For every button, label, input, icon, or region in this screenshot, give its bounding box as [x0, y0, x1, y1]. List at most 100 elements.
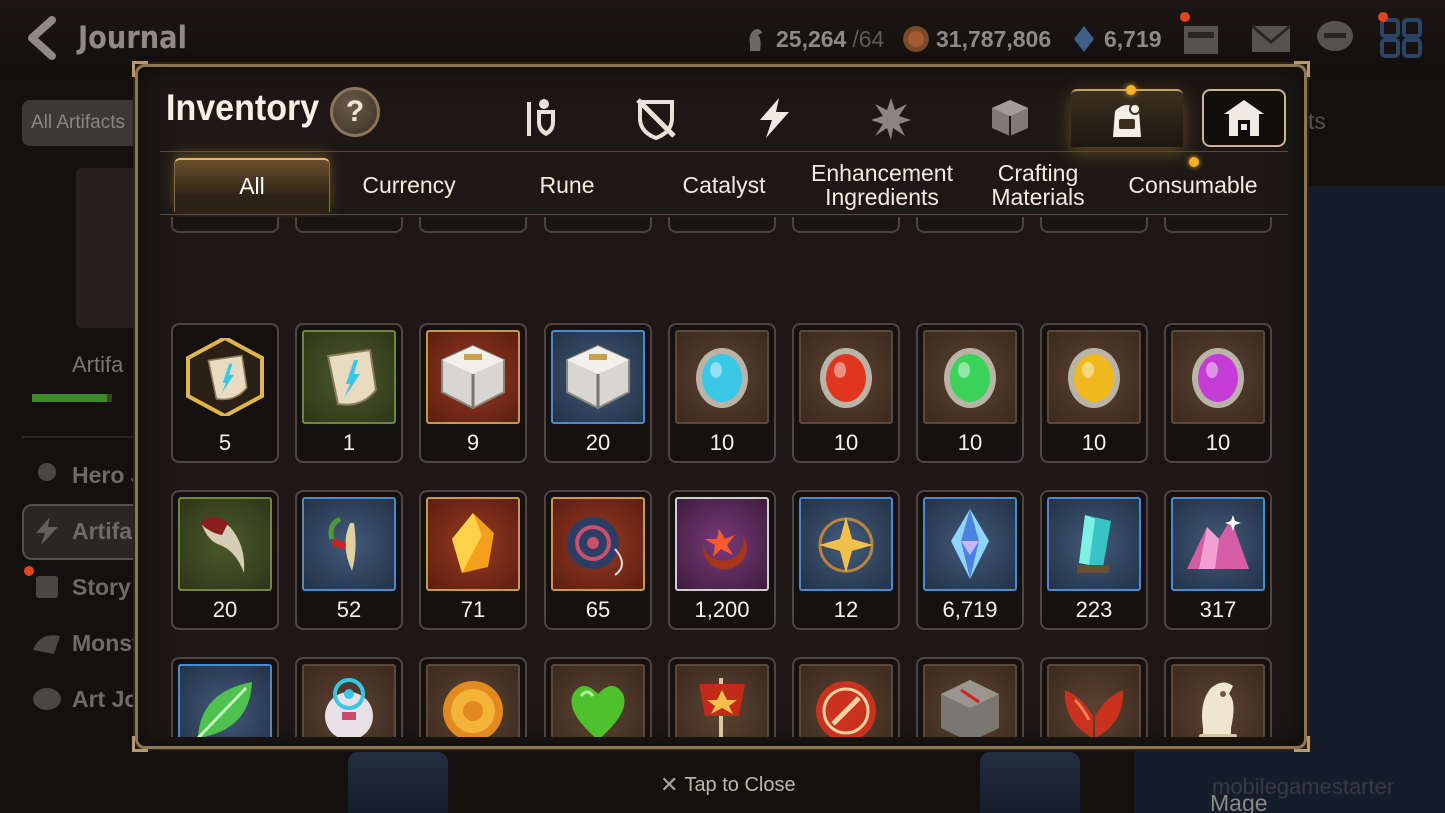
heart-icon — [571, 686, 625, 737]
subtab-bar: All Currency Rune Catalyst Enhancement I… — [160, 151, 1288, 215]
inventory-item-purple-charm[interactable]: 10 — [1164, 323, 1272, 463]
item-art — [675, 664, 769, 737]
nav-story[interactable]: Story — [30, 572, 131, 602]
resource-value: 25,264 — [776, 25, 847, 52]
nav-hero-journal[interactable]: Hero J — [30, 460, 144, 490]
splash-icon — [871, 98, 911, 140]
item-quantity: 1,200 — [694, 597, 750, 622]
item-grid[interactable]: 5 1 9 20 10 10 10 10 10 20 52 71 65 1,200 12 6,719 223 31… — [160, 217, 1288, 737]
inventory-item-stone-cube[interactable]: 10 — [916, 657, 1024, 737]
scroll-icon — [36, 576, 58, 598]
hero-icon — [38, 463, 56, 481]
subtab-enhancement[interactable]: Enhancement Ingredients — [802, 158, 962, 212]
sword-shield-icon — [527, 99, 555, 136]
partial-item-slot[interactable] — [1040, 217, 1148, 233]
item-art — [1047, 664, 1141, 737]
inventory-item-crystal-shard[interactable]: 6,719 — [916, 490, 1024, 630]
panel-corner — [1294, 736, 1310, 752]
inventory-item-leaf[interactable]: 443 — [171, 657, 279, 737]
tab-hero-material[interactable] — [835, 89, 947, 147]
panel-title: Inventory — [166, 87, 320, 128]
tab-artifact[interactable] — [718, 89, 830, 147]
inventory-item-star-pendant[interactable]: 12 — [792, 490, 900, 630]
partial-item-slot[interactable] — [916, 217, 1024, 233]
item-quantity: 10 — [833, 430, 859, 455]
charm-icon — [1068, 348, 1120, 408]
inventory-item-green-rune[interactable]: 1 — [295, 323, 403, 463]
inventory-item-claw[interactable]: 20 — [171, 490, 279, 630]
tab-cube[interactable] — [954, 89, 1066, 147]
inventory-item-yo-yo[interactable]: 65 — [544, 490, 652, 630]
tab-equipment[interactable] — [483, 89, 595, 147]
item-art — [923, 497, 1017, 591]
inventory-item-chess-knight[interactable]: 25,264 — [1164, 657, 1272, 737]
item-quantity: 10 — [1205, 430, 1231, 455]
inventory-item-teal-crystal[interactable]: 223 — [1040, 490, 1148, 630]
inventory-item-yellow-charm[interactable]: 10 — [1040, 323, 1148, 463]
inventory-item-gold-coin[interactable]: 31,787,806 — [419, 657, 527, 737]
inventory-item-amber-crystal[interactable]: 71 — [419, 490, 527, 630]
inventory-item-gold-chest[interactable]: 9 — [419, 323, 527, 463]
item-art — [426, 664, 520, 737]
nav-art-journal[interactable]: Art Jo — [30, 684, 138, 714]
tap-to-close[interactable]: ✕ Tap to Close — [660, 772, 796, 798]
subtab-rune[interactable]: Rune — [489, 158, 645, 212]
panel-corner — [132, 736, 148, 752]
mail-icon[interactable] — [1250, 18, 1292, 58]
item-art — [302, 330, 396, 424]
item-quantity: 9 — [466, 430, 480, 455]
item-quantity: 317 — [1199, 597, 1237, 622]
item-art — [551, 497, 645, 591]
partial-item-slot[interactable] — [1164, 217, 1272, 233]
inventory-item-red-crescent[interactable]: 1,200 — [668, 490, 776, 630]
partial-item-slot[interactable] — [544, 217, 652, 233]
inventory-item-blue-charm[interactable]: 10 — [668, 323, 776, 463]
bottom-thumb — [348, 752, 448, 813]
tab-storage[interactable] — [1202, 89, 1286, 147]
inventory-item-silver-chest[interactable]: 20 — [544, 323, 652, 463]
inventory-item-red-badge[interactable]: 3 — [792, 657, 900, 737]
inventory-item-red-wings[interactable]: 11 — [1040, 657, 1148, 737]
partial-item-slot[interactable] — [668, 217, 776, 233]
inventory-item-red-flag[interactable]: 5 — [668, 657, 776, 737]
tab-materials[interactable] — [1071, 89, 1183, 147]
inventory-item-red-charm[interactable]: 10 — [792, 323, 900, 463]
partial-item-slot[interactable] — [171, 217, 279, 233]
lightning-icon — [36, 517, 58, 545]
resource-crystal: 6,719 — [1070, 22, 1162, 56]
item-quantity: 20 — [585, 430, 611, 455]
inventory-item-herb-root[interactable]: 52 — [295, 490, 403, 630]
shop-icon[interactable] — [1180, 18, 1222, 58]
inventory-item-robot-pet[interactable]: 3 — [295, 657, 403, 737]
bag-icon — [1113, 103, 1141, 137]
help-button[interactable]: ? — [330, 87, 380, 137]
back-arrow-icon[interactable] — [22, 14, 66, 62]
tab-crossed-equip[interactable] — [600, 89, 712, 147]
partial-item-slot[interactable] — [792, 217, 900, 233]
subtab-crafting[interactable]: Crafting Materials — [960, 158, 1116, 212]
item-quantity: 10 — [957, 430, 983, 455]
item-art — [551, 330, 645, 424]
nav-monster[interactable]: Monst — [30, 628, 140, 658]
item-quantity: 1 — [342, 430, 356, 455]
filter-chip[interactable]: All Artifacts — [22, 100, 142, 146]
root-icon — [328, 516, 356, 571]
chest-icon — [441, 344, 505, 410]
nav-artifact-journal[interactable]: Artifa — [30, 516, 132, 546]
inventory-item-green-charm[interactable]: 10 — [916, 323, 1024, 463]
inventory-item-green-heart[interactable]: 6,680 — [544, 657, 652, 737]
item-art — [551, 664, 645, 737]
item-quantity: 65 — [585, 597, 611, 622]
subtab-all[interactable]: All — [174, 158, 330, 212]
menu-grid-icon[interactable] — [1380, 18, 1422, 58]
subtab-catalyst[interactable]: Catalyst — [646, 158, 802, 212]
horse-currency-icon — [749, 29, 762, 51]
inventory-item-pink-ore[interactable]: 317 — [1164, 490, 1272, 630]
inventory-item-hex-blue-rune[interactable]: 5 — [171, 323, 279, 463]
chat-icon[interactable] — [1314, 18, 1356, 58]
partial-item-slot[interactable] — [295, 217, 403, 233]
subtab-currency[interactable]: Currency — [331, 158, 487, 212]
divider — [22, 436, 142, 438]
partial-item-slot[interactable] — [419, 217, 527, 233]
notification-dot — [1378, 12, 1388, 22]
